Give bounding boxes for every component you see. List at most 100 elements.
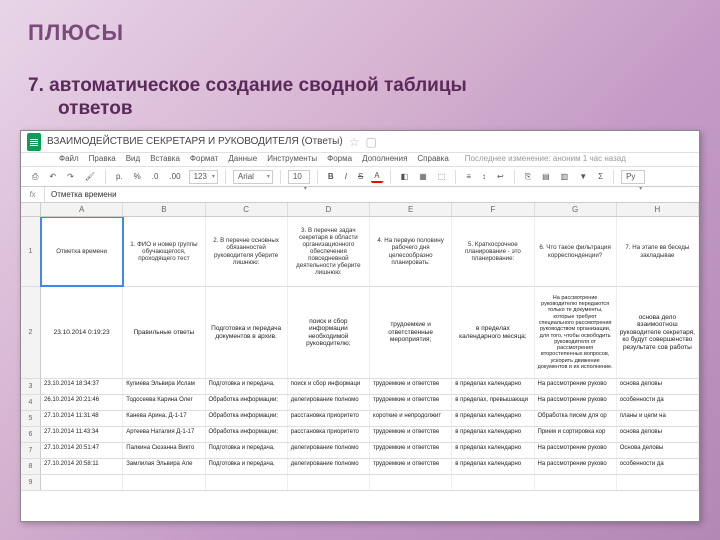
cell[interactable]: 26.10.2014 20:21:46 bbox=[41, 395, 123, 410]
number-format-select[interactable]: 123 bbox=[189, 170, 218, 184]
dec-button[interactable]: .0 bbox=[149, 171, 162, 182]
cell[interactable]: в пределах календарно bbox=[452, 443, 534, 458]
menu-file[interactable]: Файл bbox=[59, 154, 79, 163]
cell[interactable]: Обработка информации; bbox=[206, 411, 288, 426]
cell[interactable] bbox=[206, 475, 288, 490]
select-all-corner[interactable] bbox=[21, 203, 41, 216]
cell[interactable] bbox=[288, 475, 370, 490]
wrap-button[interactable]: ↩ bbox=[494, 171, 507, 182]
cell[interactable] bbox=[452, 475, 534, 490]
cell-A2[interactable]: 23.10.2014 0:19:23 bbox=[41, 287, 123, 378]
cell[interactable]: трудоемкие и ответстве bbox=[370, 427, 452, 442]
cell-D2[interactable]: поиск и сбор информации необходимой руко… bbox=[288, 287, 370, 378]
cell[interactable]: в пределах календарно bbox=[452, 427, 534, 442]
cell[interactable]: Палкина Сюзанна Викто bbox=[123, 443, 205, 458]
cell[interactable]: Подготовка и передача, bbox=[206, 443, 288, 458]
cell[interactable]: расстановка приоритето bbox=[288, 427, 370, 442]
cell-B2[interactable]: Правильные ответы bbox=[123, 287, 205, 378]
comment-button[interactable]: ▤ bbox=[539, 171, 553, 182]
cell[interactable]: в пределах, превышающи bbox=[452, 395, 534, 410]
cell[interactable]: Тодосеева Карина Олег bbox=[123, 395, 205, 410]
formula-bar[interactable]: fx Отметка времени bbox=[21, 187, 699, 203]
print-button[interactable]: ⎙ bbox=[29, 171, 41, 183]
halign-button[interactable]: ≡ bbox=[463, 171, 474, 182]
paint-format-button[interactable]: 🖌 bbox=[82, 171, 98, 182]
font-size-select[interactable]: 10 bbox=[288, 170, 310, 184]
strike-button[interactable]: S bbox=[355, 171, 366, 182]
row-header-1[interactable]: 1 bbox=[21, 217, 41, 286]
row-header[interactable]: 7 bbox=[21, 443, 41, 458]
cell[interactable]: в пределах календарно bbox=[452, 459, 534, 474]
valign-button[interactable]: ↕ bbox=[479, 171, 489, 182]
document-title[interactable]: ВЗАИМОДЕЙСТВИЕ СЕКРЕТАРЯ И РУКОВОДИТЕЛЯ … bbox=[47, 136, 343, 147]
menu-edit[interactable]: Правка bbox=[89, 154, 116, 163]
cell-C2[interactable]: Подготовка и передача документов в архив… bbox=[206, 287, 288, 378]
cell-G2[interactable]: На рассмотрение руководителю передаются … bbox=[535, 287, 617, 378]
merge-button[interactable]: ⬚ bbox=[435, 171, 449, 182]
folder-icon[interactable]: ▢ bbox=[365, 135, 376, 149]
cell-H2[interactable]: основа дело взаимоотнош руководителе сек… bbox=[617, 287, 699, 378]
col-G[interactable]: G bbox=[535, 203, 617, 216]
cell[interactable]: делегирование полномо bbox=[288, 443, 370, 458]
functions-button[interactable]: Σ bbox=[595, 171, 606, 182]
cell-C1[interactable]: 2. В перечне основных обязанностей руков… bbox=[206, 217, 288, 286]
row-header[interactable]: 5 bbox=[21, 411, 41, 426]
row-header[interactable]: 8 bbox=[21, 459, 41, 474]
row-header[interactable]: 4 bbox=[21, 395, 41, 410]
row-header[interactable]: 3 bbox=[21, 379, 41, 394]
star-icon[interactable]: ☆ bbox=[349, 135, 360, 149]
cell[interactable]: короткие и непродолжит bbox=[370, 411, 452, 426]
chart-button[interactable]: ▥ bbox=[558, 171, 572, 182]
menu-help[interactable]: Справка bbox=[417, 154, 448, 163]
cell[interactable]: Подготовка и передача, bbox=[206, 459, 288, 474]
col-D[interactable]: D bbox=[288, 203, 370, 216]
cell-G1[interactable]: 6. Что такое фильтрация корреспонденции? bbox=[535, 217, 617, 286]
cell[interactable]: Обработка информации; bbox=[206, 427, 288, 442]
col-B[interactable]: B bbox=[123, 203, 205, 216]
col-C[interactable]: C bbox=[206, 203, 288, 216]
cell[interactable]: 27.10.2014 11:43:34 bbox=[41, 427, 123, 442]
cell[interactable]: трудоемкие и ответстве bbox=[370, 443, 452, 458]
redo-button[interactable]: ↷ bbox=[64, 171, 77, 182]
formula-value[interactable]: Отметка времени bbox=[45, 190, 117, 199]
filter-button[interactable]: ▼ bbox=[576, 171, 590, 182]
fill-color-button[interactable]: ◧ bbox=[398, 171, 412, 182]
cell[interactable] bbox=[370, 475, 452, 490]
cell[interactable]: особенности да bbox=[617, 459, 699, 474]
cell[interactable]: трудоемкие и ответстве bbox=[370, 395, 452, 410]
cell[interactable]: Обработка информации; bbox=[206, 395, 288, 410]
cell-F2[interactable]: в пределах календарного месяца; bbox=[452, 287, 534, 378]
cell[interactable]: 27.10.2014 20:51:47 bbox=[41, 443, 123, 458]
menu-view[interactable]: Вид bbox=[126, 154, 140, 163]
cell-B1[interactable]: 1. ФИО и номер группы обучающегося, прох… bbox=[123, 217, 205, 286]
cell-F1[interactable]: 5. Краткосрочное планирование - это план… bbox=[452, 217, 534, 286]
cell[interactable]: Основа деловы bbox=[617, 443, 699, 458]
cell[interactable]: основа деловы bbox=[617, 427, 699, 442]
cell[interactable]: 27.10.2014 11:31:48 bbox=[41, 411, 123, 426]
dec2-button[interactable]: .00 bbox=[166, 171, 183, 182]
menu-format[interactable]: Формат bbox=[190, 154, 218, 163]
cell[interactable] bbox=[41, 475, 123, 490]
currency-button[interactable]: р. bbox=[113, 171, 126, 182]
menu-insert[interactable]: Вставка bbox=[150, 154, 180, 163]
cell-A1[interactable]: Отметка времени bbox=[41, 217, 123, 286]
cell[interactable]: 23.10.2014 18:34:37 bbox=[41, 379, 123, 394]
col-E[interactable]: E bbox=[370, 203, 452, 216]
menu-addons[interactable]: Дополнения bbox=[362, 154, 407, 163]
cell[interactable]: Канева Арина, Д-1-17 bbox=[123, 411, 205, 426]
col-F[interactable]: F bbox=[452, 203, 534, 216]
cell[interactable]: делегирование полномо bbox=[288, 459, 370, 474]
cell-E1[interactable]: 4. На первую половину рабочего дня целес… bbox=[370, 217, 452, 286]
cell-D1[interactable]: 3. В перечне задач секретаря в области о… bbox=[288, 217, 370, 286]
italic-button[interactable]: I bbox=[342, 171, 350, 182]
percent-button[interactable]: % bbox=[131, 171, 144, 182]
cell[interactable]: трудоемкие и ответстве bbox=[370, 379, 452, 394]
cell[interactable]: делегирование полномо bbox=[288, 395, 370, 410]
row-header[interactable]: 6 bbox=[21, 427, 41, 442]
row-header-2[interactable]: 2 bbox=[21, 287, 41, 378]
cell[interactable]: Артеева Наталия Д-1-17 bbox=[123, 427, 205, 442]
cell[interactable]: расстановка приоритето bbox=[288, 411, 370, 426]
menu-data[interactable]: Данные bbox=[228, 154, 257, 163]
cell[interactable]: Обработка писем для ор bbox=[535, 411, 617, 426]
menu-tools[interactable]: Инструменты bbox=[267, 154, 317, 163]
